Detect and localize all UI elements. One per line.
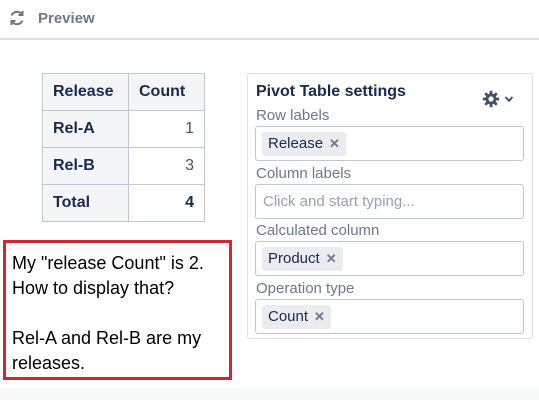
row-label: Rel-A — [42, 110, 129, 148]
annotation-line: How to display that? — [12, 278, 175, 298]
annotation-line: releases. — [12, 353, 86, 373]
preview-header: Preview — [0, 0, 539, 40]
bottom-divider — [0, 388, 539, 400]
tag-text: Release — [268, 135, 324, 152]
remove-icon[interactable]: ✕ — [329, 137, 340, 150]
count-tag: Count ✕ — [262, 304, 331, 329]
count-cell: 3 — [128, 147, 205, 185]
calculated-column-label: Calculated column — [256, 222, 380, 239]
row-labels-field[interactable]: Release ✕ — [255, 126, 524, 161]
settings-title: Pivot Table settings — [256, 83, 406, 100]
refresh-icon[interactable] — [8, 9, 26, 27]
column-labels-label: Column labels — [256, 165, 352, 182]
tag-text: Product — [268, 250, 320, 267]
tag-text: Count — [268, 308, 309, 325]
release-tag: Release ✕ — [262, 131, 346, 156]
column-header-release: Release — [42, 73, 129, 111]
row-labels-label: Row labels — [256, 107, 330, 124]
table-header-row: Release Count — [42, 73, 205, 111]
product-tag: Product ✕ — [262, 246, 343, 271]
operation-type-field[interactable]: Count ✕ — [255, 299, 524, 334]
operation-type-label: Operation type — [256, 280, 355, 297]
settings-menu-button[interactable] — [482, 88, 516, 110]
calculated-column-field[interactable]: Product ✕ — [255, 241, 524, 276]
table-total-row: Total 4 — [42, 184, 205, 222]
annotation-line: My "release Count" is 2. — [12, 253, 204, 273]
count-cell: 1 — [128, 110, 205, 148]
pivot-table: Release Count Rel-A 1 Rel-B 3 Total 4 — [42, 73, 205, 222]
column-header-count: Count — [128, 73, 205, 111]
column-labels-field[interactable]: Click and start typing... — [255, 184, 524, 219]
total-count-cell: 4 — [128, 184, 205, 222]
table-row: Rel-B 3 — [42, 147, 205, 185]
annotation-spacer — [12, 301, 223, 326]
chevron-down-icon — [504, 96, 514, 103]
gear-icon — [482, 90, 500, 108]
remove-icon[interactable]: ✕ — [326, 252, 337, 265]
table-row: Rel-A 1 — [42, 110, 205, 148]
annotation-box: My "release Count" is 2. How to display … — [3, 240, 232, 380]
annotation-line: Rel-A and Rel-B are my — [12, 328, 202, 348]
row-label: Rel-B — [42, 147, 129, 185]
total-label: Total — [42, 184, 129, 222]
page-title: Preview — [38, 10, 95, 27]
remove-icon[interactable]: ✕ — [314, 310, 325, 323]
pivot-settings-panel: Pivot Table settings Row labels Release … — [247, 73, 533, 339]
column-labels-placeholder: Click and start typing... — [263, 193, 415, 210]
